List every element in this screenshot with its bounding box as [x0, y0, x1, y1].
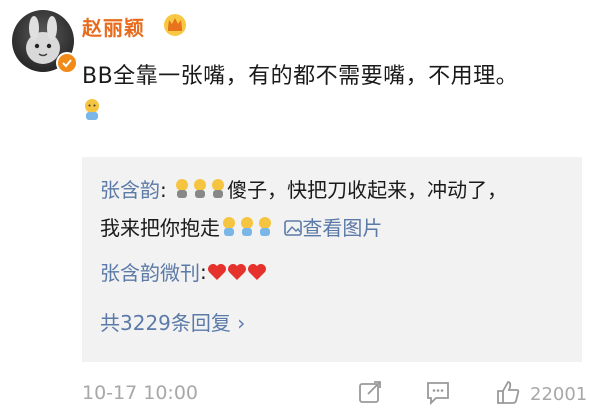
repost-icon[interactable]: [356, 378, 384, 406]
reply-text: 傻子，快把刀收起来，冲动了，: [227, 178, 508, 202]
reply-author[interactable]: 张含韵: [100, 178, 160, 202]
crown-icon: [162, 12, 188, 36]
reply-item[interactable]: 张含韵: 傻子，快把刀收起来，冲动了， 我来把你抱走 查看图片: [100, 171, 570, 247]
post-timestamp: 10-17 10:00: [82, 382, 199, 404]
emoji-icon: [259, 217, 271, 236]
emoji-icon: [212, 179, 225, 198]
emoji-icon: [223, 217, 235, 236]
reply-text: 我来把你抱走: [100, 216, 220, 240]
heart-icon: [227, 263, 246, 280]
emoji-icon: [241, 217, 253, 236]
reply-separator: :: [200, 259, 207, 284]
more-replies-link[interactable]: 共3229条回复 ›: [100, 307, 245, 336]
replies-box: 张含韵: 傻子，快把刀收起来，冲动了， 我来把你抱走 查看图片 张含韵微刊: 共…: [82, 157, 582, 362]
view-image-label: 查看图片: [302, 216, 383, 240]
emoji-icon: [82, 98, 102, 126]
avatar[interactable]: [12, 10, 78, 74]
emoji-icon: [176, 179, 189, 198]
image-icon: [284, 220, 303, 236]
heart-icon: [207, 263, 226, 280]
like-count: 22001: [530, 384, 588, 405]
emoji-icon: [194, 179, 207, 198]
post-text: BB全靠一张嘴，有的都不需要嘴，不用理。: [82, 64, 519, 89]
post-author[interactable]: 赵丽颖: [82, 12, 145, 41]
heart-icon: [247, 263, 266, 280]
view-image-link[interactable]: 查看图片: [280, 216, 382, 240]
verified-badge-icon: [56, 52, 78, 74]
reply-item[interactable]: 张含韵微刊:: [100, 257, 267, 286]
reply-separator: :: [160, 178, 167, 202]
reply-author[interactable]: 张含韵微刊: [100, 257, 200, 286]
comment-icon[interactable]: [424, 378, 452, 406]
like-icon[interactable]: [494, 378, 522, 406]
